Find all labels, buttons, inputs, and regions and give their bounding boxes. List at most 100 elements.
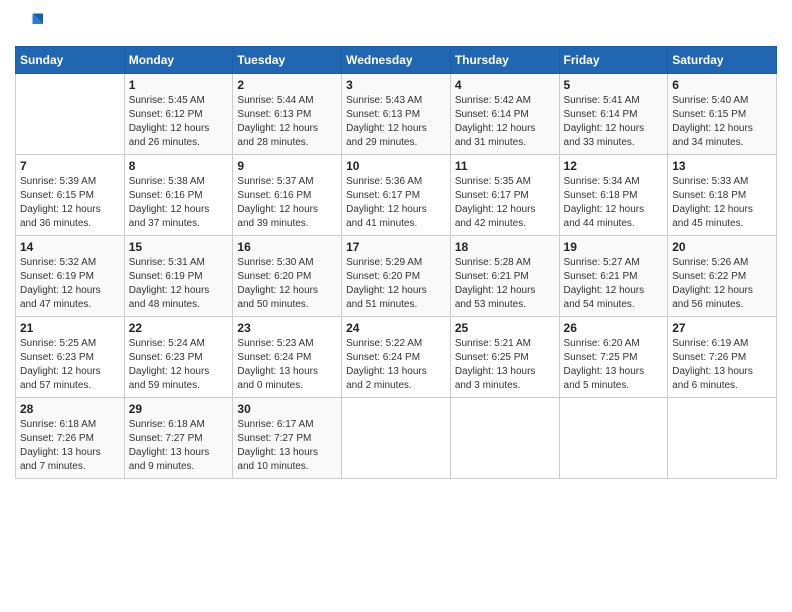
- day-number: 16: [237, 240, 337, 254]
- day-info: Sunrise: 6:18 AM Sunset: 7:26 PM Dayligh…: [20, 418, 120, 474]
- day-info: Sunrise: 5:23 AM Sunset: 6:24 PM Dayligh…: [237, 337, 337, 393]
- day-number: 10: [346, 159, 446, 173]
- column-header-sunday: Sunday: [16, 47, 125, 74]
- day-number: 14: [20, 240, 120, 254]
- day-number: 12: [564, 159, 664, 173]
- day-cell: [342, 398, 451, 479]
- day-info: Sunrise: 5:36 AM Sunset: 6:17 PM Dayligh…: [346, 175, 446, 231]
- day-info: Sunrise: 5:26 AM Sunset: 6:22 PM Dayligh…: [672, 256, 772, 312]
- day-cell: 1 Sunrise: 5:45 AM Sunset: 6:12 PM Daylig…: [124, 74, 233, 155]
- day-cell: 6 Sunrise: 5:40 AM Sunset: 6:15 PM Daylig…: [668, 74, 777, 155]
- day-cell: [16, 74, 125, 155]
- day-number: 7: [20, 159, 120, 173]
- day-info: Sunrise: 6:20 AM Sunset: 7:25 PM Dayligh…: [564, 337, 664, 393]
- day-info: Sunrise: 5:29 AM Sunset: 6:20 PM Dayligh…: [346, 256, 446, 312]
- page-header: [15, 10, 777, 38]
- day-info: Sunrise: 5:40 AM Sunset: 6:15 PM Dayligh…: [672, 94, 772, 150]
- day-cell: 2Sunrise: 5:44 AM Sunset: 6:13 PM Daylig…: [233, 74, 342, 155]
- day-number: 19: [564, 240, 664, 254]
- day-number: 15: [129, 240, 229, 254]
- day-info: Sunrise: 5:22 AM Sunset: 6:24 PM Dayligh…: [346, 337, 446, 393]
- day-number: 30: [237, 402, 337, 416]
- column-header-friday: Friday: [559, 47, 668, 74]
- day-number: 25: [455, 321, 555, 335]
- day-cell: 9 Sunrise: 5:37 AM Sunset: 6:16 PM Daylig…: [233, 155, 342, 236]
- column-header-thursday: Thursday: [450, 47, 559, 74]
- day-info: Sunrise: 5:28 AM Sunset: 6:21 PM Dayligh…: [455, 256, 555, 312]
- day-info: Sunrise: 5:38 AM Sunset: 6:16 PM Dayligh…: [129, 175, 229, 231]
- week-row-3: 14 Sunrise: 5:32 AM Sunset: 6:19 PM Dayli…: [16, 236, 777, 317]
- day-cell: 14 Sunrise: 5:32 AM Sunset: 6:19 PM Dayli…: [16, 236, 125, 317]
- day-number: 29: [129, 402, 229, 416]
- day-cell: 12 Sunrise: 5:34 AM Sunset: 6:18 PM Dayli…: [559, 155, 668, 236]
- day-cell: [559, 398, 668, 479]
- day-info: Sunrise: 5:43 AM Sunset: 6:13 PM Dayligh…: [346, 94, 446, 150]
- day-info: Sunrise: 5:45 AM Sunset: 6:12 PM Dayligh…: [129, 94, 229, 150]
- day-number: 23: [237, 321, 337, 335]
- column-header-wednesday: Wednesday: [342, 47, 451, 74]
- day-info: Sunrise: 5:37 AM Sunset: 6:16 PM Dayligh…: [237, 175, 337, 231]
- week-row-1: 1 Sunrise: 5:45 AM Sunset: 6:12 PM Daylig…: [16, 74, 777, 155]
- day-number: 6: [672, 78, 772, 92]
- day-cell: 17 Sunrise: 5:29 AM Sunset: 6:20 PM Dayli…: [342, 236, 451, 317]
- day-number: 22: [129, 321, 229, 335]
- day-number: 24: [346, 321, 446, 335]
- week-row-4: 21 Sunrise: 5:25 AM Sunset: 6:23 PM Dayli…: [16, 317, 777, 398]
- calendar-table: SundayMondayTuesdayWednesdayThursdayFrid…: [15, 46, 777, 479]
- day-info: Sunrise: 5:30 AM Sunset: 6:20 PM Dayligh…: [237, 256, 337, 312]
- day-cell: 5Sunrise: 5:41 AM Sunset: 6:14 PM Daylig…: [559, 74, 668, 155]
- day-cell: 3 Sunrise: 5:43 AM Sunset: 6:13 PM Daylig…: [342, 74, 451, 155]
- day-info: Sunrise: 5:34 AM Sunset: 6:18 PM Dayligh…: [564, 175, 664, 231]
- day-number: 21: [20, 321, 120, 335]
- day-cell: 7 Sunrise: 5:39 AM Sunset: 6:15 PM Daylig…: [16, 155, 125, 236]
- day-number: 4: [455, 78, 555, 92]
- day-cell: 20Sunrise: 5:26 AM Sunset: 6:22 PM Dayli…: [668, 236, 777, 317]
- day-number: 11: [455, 159, 555, 173]
- day-cell: 26Sunrise: 6:20 AM Sunset: 7:25 PM Dayli…: [559, 317, 668, 398]
- day-number: 8: [129, 159, 229, 173]
- logo-icon: [15, 10, 43, 38]
- day-info: Sunrise: 5:32 AM Sunset: 6:19 PM Dayligh…: [20, 256, 120, 312]
- day-info: Sunrise: 6:18 AM Sunset: 7:27 PM Dayligh…: [129, 418, 229, 474]
- day-number: 3: [346, 78, 446, 92]
- day-cell: 22 Sunrise: 5:24 AM Sunset: 6:23 PM Dayli…: [124, 317, 233, 398]
- day-cell: 30 Sunrise: 6:17 AM Sunset: 7:27 PM Dayli…: [233, 398, 342, 479]
- day-cell: 16 Sunrise: 5:30 AM Sunset: 6:20 PM Dayli…: [233, 236, 342, 317]
- day-cell: 4Sunrise: 5:42 AM Sunset: 6:14 PM Daylig…: [450, 74, 559, 155]
- day-info: Sunrise: 6:17 AM Sunset: 7:27 PM Dayligh…: [237, 418, 337, 474]
- header-row: SundayMondayTuesdayWednesdayThursdayFrid…: [16, 47, 777, 74]
- logo: [15, 10, 47, 38]
- day-cell: 27Sunrise: 6:19 AM Sunset: 7:26 PM Dayli…: [668, 317, 777, 398]
- column-header-tuesday: Tuesday: [233, 47, 342, 74]
- day-cell: 13 Sunrise: 5:33 AM Sunset: 6:18 PM Dayli…: [668, 155, 777, 236]
- day-cell: 29 Sunrise: 6:18 AM Sunset: 7:27 PM Dayli…: [124, 398, 233, 479]
- day-info: Sunrise: 5:33 AM Sunset: 6:18 PM Dayligh…: [672, 175, 772, 231]
- day-number: 9: [237, 159, 337, 173]
- day-info: Sunrise: 5:31 AM Sunset: 6:19 PM Dayligh…: [129, 256, 229, 312]
- day-number: 27: [672, 321, 772, 335]
- day-cell: 15 Sunrise: 5:31 AM Sunset: 6:19 PM Dayli…: [124, 236, 233, 317]
- day-info: Sunrise: 5:27 AM Sunset: 6:21 PM Dayligh…: [564, 256, 664, 312]
- day-info: Sunrise: 5:21 AM Sunset: 6:25 PM Dayligh…: [455, 337, 555, 393]
- day-cell: 28 Sunrise: 6:18 AM Sunset: 7:26 PM Dayli…: [16, 398, 125, 479]
- day-cell: [668, 398, 777, 479]
- week-row-2: 7 Sunrise: 5:39 AM Sunset: 6:15 PM Daylig…: [16, 155, 777, 236]
- day-number: 17: [346, 240, 446, 254]
- day-cell: 24 Sunrise: 5:22 AM Sunset: 6:24 PM Dayli…: [342, 317, 451, 398]
- day-info: Sunrise: 5:39 AM Sunset: 6:15 PM Dayligh…: [20, 175, 120, 231]
- day-number: 1: [129, 78, 229, 92]
- column-header-saturday: Saturday: [668, 47, 777, 74]
- day-info: Sunrise: 5:35 AM Sunset: 6:17 PM Dayligh…: [455, 175, 555, 231]
- day-number: 18: [455, 240, 555, 254]
- week-row-5: 28 Sunrise: 6:18 AM Sunset: 7:26 PM Dayli…: [16, 398, 777, 479]
- day-info: Sunrise: 5:25 AM Sunset: 6:23 PM Dayligh…: [20, 337, 120, 393]
- day-info: Sunrise: 5:24 AM Sunset: 6:23 PM Dayligh…: [129, 337, 229, 393]
- day-number: 13: [672, 159, 772, 173]
- day-info: Sunrise: 5:44 AM Sunset: 6:13 PM Dayligh…: [237, 94, 337, 150]
- day-cell: [450, 398, 559, 479]
- day-cell: 10 Sunrise: 5:36 AM Sunset: 6:17 PM Dayli…: [342, 155, 451, 236]
- day-cell: 23 Sunrise: 5:23 AM Sunset: 6:24 PM Dayli…: [233, 317, 342, 398]
- day-info: Sunrise: 5:41 AM Sunset: 6:14 PM Dayligh…: [564, 94, 664, 150]
- day-cell: 11 Sunrise: 5:35 AM Sunset: 6:17 PM Dayli…: [450, 155, 559, 236]
- day-number: 28: [20, 402, 120, 416]
